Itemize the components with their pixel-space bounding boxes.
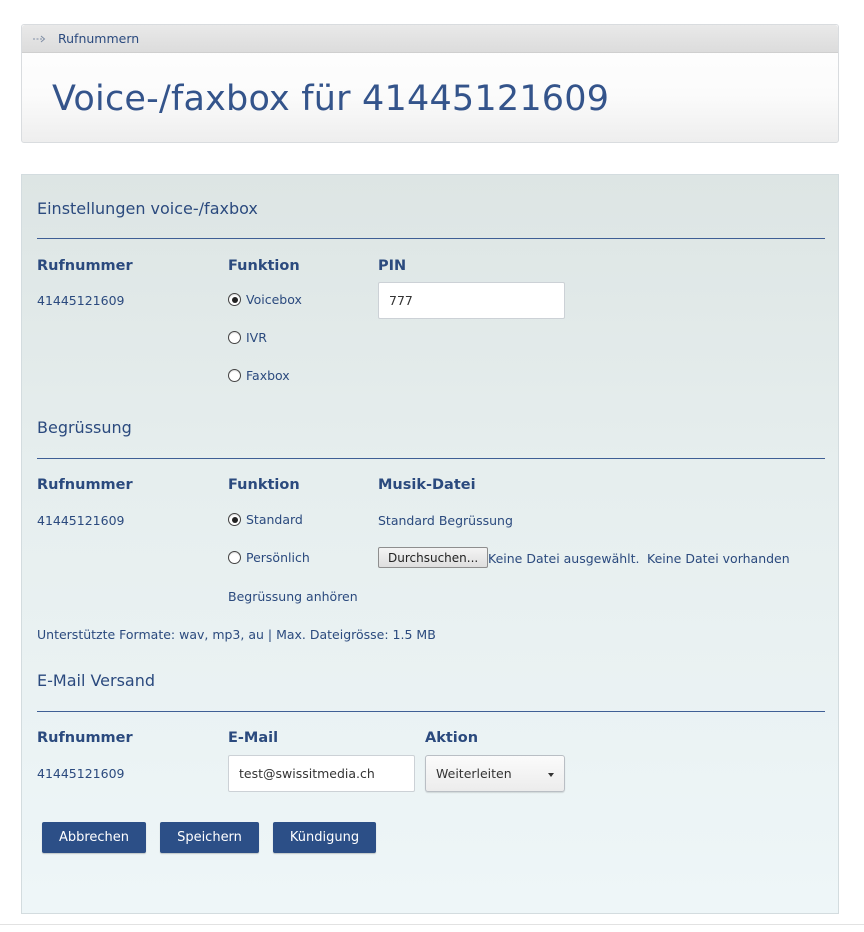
col-head-function: Funktion <box>228 477 300 493</box>
divider <box>37 711 825 712</box>
radio-label: Persönlich <box>246 550 310 565</box>
browse-button[interactable]: Durchsuchen... <box>378 547 489 568</box>
save-button[interactable]: Speichern <box>160 822 259 853</box>
arrow-right-icon <box>32 34 48 44</box>
col-head-email: E-Mail <box>228 730 279 746</box>
email-field[interactable]: test@swissitmedia.ch <box>228 755 415 792</box>
section-title-settings: Einstellungen voice-/faxbox <box>37 199 258 218</box>
col-head-music-file: Musik-Datei <box>378 477 476 493</box>
settings-panel: Einstellungen voice-/faxbox Rufnummer Fu… <box>21 174 839 914</box>
radio-voicebox[interactable]: Voicebox <box>228 292 302 307</box>
divider <box>0 924 864 925</box>
action-select-value: Weiterleiten <box>436 766 512 781</box>
phone-number: 41445121609 <box>37 293 125 308</box>
section-title-greeting: Begrüssung <box>37 418 132 437</box>
file-status: Keine Datei ausgewählt. <box>488 551 640 566</box>
formats-note: Unterstützte Formate: wav, mp3, au | Max… <box>37 627 436 642</box>
col-head-function: Funktion <box>228 258 300 274</box>
page-header: Rufnummern Voice-/faxbox für 41445121609 <box>21 24 839 143</box>
col-head-number: Rufnummer <box>37 258 133 274</box>
listen-greeting-link[interactable]: Begrüssung anhören <box>228 589 358 604</box>
radio-label: IVR <box>246 330 267 345</box>
radio-label: Faxbox <box>246 368 290 383</box>
phone-number: 41445121609 <box>37 513 125 528</box>
radio-ivr[interactable]: IVR <box>228 330 267 345</box>
radio-label: Standard <box>246 512 303 527</box>
radio-standard[interactable]: Standard <box>228 512 303 527</box>
file-existing-status: Keine Datei vorhanden <box>647 551 790 566</box>
radio-indicator[interactable] <box>228 369 241 382</box>
cancel-button[interactable]: Abbrechen <box>42 822 146 853</box>
radio-indicator[interactable] <box>228 293 241 306</box>
col-head-number: Rufnummer <box>37 730 133 746</box>
radio-indicator[interactable] <box>228 551 241 564</box>
radio-indicator[interactable] <box>228 331 241 344</box>
phone-number: 41445121609 <box>37 766 125 781</box>
chevron-down-icon <box>548 773 554 777</box>
section-title-email: E-Mail Versand <box>37 671 156 690</box>
breadcrumb-link-rufnummern[interactable]: Rufnummern <box>58 31 139 46</box>
radio-label: Voicebox <box>246 292 302 307</box>
page-title: Voice-/faxbox für 41445121609 <box>52 79 610 119</box>
standard-greeting-file: Standard Begrüssung <box>378 513 513 528</box>
radio-faxbox[interactable]: Faxbox <box>228 368 290 383</box>
col-head-number: Rufnummer <box>37 477 133 493</box>
breadcrumb: Rufnummern <box>22 25 838 53</box>
col-head-pin: PIN <box>378 258 407 274</box>
radio-indicator[interactable] <box>228 513 241 526</box>
divider <box>37 458 825 459</box>
pin-input[interactable]: 777 <box>378 282 565 319</box>
col-head-action: Aktion <box>425 730 479 746</box>
terminate-button[interactable]: Kündigung <box>273 822 376 853</box>
divider <box>37 238 825 239</box>
action-select[interactable]: Weiterleiten <box>425 755 565 792</box>
radio-personal[interactable]: Persönlich <box>228 550 310 565</box>
